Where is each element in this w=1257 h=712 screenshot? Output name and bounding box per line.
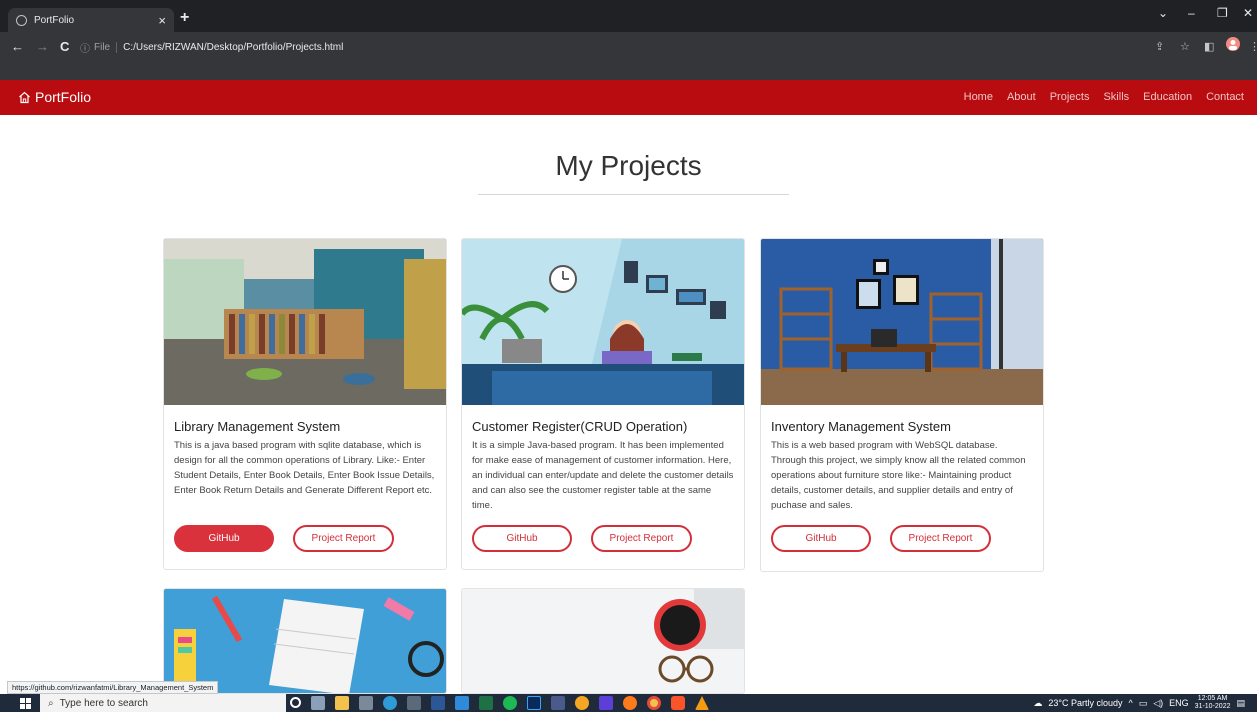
profile-avatar[interactable]: [1226, 37, 1240, 54]
card-actions: GitHub Project Report: [472, 525, 692, 552]
url-scheme: File: [94, 41, 118, 53]
clock-time: 12:05 AM: [1197, 695, 1228, 702]
office-illustration: [462, 239, 744, 405]
vscode-icon[interactable]: [455, 696, 469, 710]
project-report-button[interactable]: Project Report: [890, 525, 991, 552]
project-description: It is a simple Java-based program. It ha…: [472, 440, 734, 511]
new-tab-button[interactable]: +: [180, 9, 189, 27]
cortana-icon[interactable]: [290, 697, 301, 708]
furniture-image: [761, 239, 1043, 405]
project-description: This is a web based program with WebSQL …: [771, 440, 1026, 511]
nav-contact[interactable]: Contact: [1206, 91, 1244, 103]
github-button[interactable]: GitHub: [174, 525, 274, 552]
brand-label: PortFolio: [35, 89, 92, 105]
forward-button[interactable]: →: [36, 39, 49, 54]
menu-dots-icon[interactable]: ⋮: [1249, 40, 1257, 53]
weather-icon: ☁: [1033, 697, 1043, 708]
stationery-image: [164, 589, 446, 693]
sidepanel-icon[interactable]: ◧: [1204, 40, 1214, 53]
star-icon[interactable]: ☆: [1180, 40, 1190, 53]
excel-icon[interactable]: [479, 696, 493, 710]
nav-projects[interactable]: Projects: [1050, 91, 1090, 103]
project-title: Inventory Management System: [771, 419, 951, 434]
workspace-image: [462, 589, 744, 693]
tray-chevron-icon[interactable]: ^: [1128, 698, 1132, 708]
word-icon[interactable]: [431, 696, 445, 710]
nav-skills[interactable]: Skills: [1103, 91, 1129, 103]
volume-icon[interactable]: ◁): [1153, 698, 1163, 709]
notification-icon[interactable]: ▤: [1236, 698, 1245, 709]
chrome-icon[interactable]: [647, 696, 661, 710]
github-button[interactable]: GitHub: [771, 525, 871, 552]
app2-icon[interactable]: [575, 696, 589, 710]
status-url-tooltip: https://github.com/rizwanfatmi/Library_M…: [7, 681, 219, 694]
reload-button[interactable]: C: [60, 39, 69, 54]
bookmark-strip: [0, 62, 1257, 80]
site-nav: Home About Projects Skills Education Con…: [964, 91, 1244, 103]
globe-icon: [16, 14, 27, 26]
weather-text[interactable]: 23°C Partly cloudy: [1048, 698, 1122, 708]
spotify-icon[interactable]: [503, 696, 517, 710]
task-view-icon[interactable]: [311, 696, 325, 710]
taskbar-search-input[interactable]: ⌕ Type here to search: [40, 694, 286, 712]
title-divider: [478, 194, 789, 195]
nav-education[interactable]: Education: [1143, 91, 1192, 103]
info-icon[interactable]: ⓘ: [80, 40, 90, 55]
calculator-icon[interactable]: [359, 696, 373, 710]
photoshop-icon[interactable]: [527, 696, 541, 710]
browser-toolbar: ← → C ⓘ File C:/Users/RIZWAN/Desktop/Por…: [0, 32, 1257, 62]
nav-home[interactable]: Home: [964, 91, 993, 103]
minimize-button[interactable]: –: [1188, 6, 1195, 20]
library-image: [164, 239, 446, 405]
language-indicator[interactable]: ENG: [1169, 698, 1189, 708]
taskbar-apps: [290, 696, 709, 710]
tab-title: PortFolio: [34, 14, 75, 26]
edge-icon[interactable]: [383, 696, 397, 710]
project-report-button[interactable]: Project Report: [293, 525, 394, 552]
browser-tab[interactable]: PortFolio ×: [8, 8, 174, 32]
back-button[interactable]: ←: [11, 39, 24, 54]
project-title: Library Management System: [174, 419, 341, 434]
close-window-button[interactable]: ✕: [1243, 6, 1253, 20]
app-icon[interactable]: [551, 696, 565, 710]
browser-tabbar: PortFolio × + ⌄ – ❐ ✕: [0, 0, 1257, 32]
project-description: This is a java based program with sqlite…: [174, 440, 435, 496]
windows-start-icon[interactable]: [20, 698, 31, 709]
card-actions: GitHub Project Report: [771, 525, 991, 552]
maximize-button[interactable]: ❐: [1217, 6, 1228, 20]
mail-icon[interactable]: [407, 696, 421, 710]
card-actions: GitHub Project Report: [174, 525, 394, 552]
share-icon[interactable]: ⇪: [1155, 40, 1164, 53]
project-card-customer: Customer Register(CRUD Operation) It is …: [461, 238, 745, 570]
chevron-down-icon[interactable]: ⌄: [1158, 6, 1168, 20]
onenote-icon[interactable]: [599, 696, 613, 710]
project-report-button[interactable]: Project Report: [591, 525, 692, 552]
windows-taskbar: ⌕ Type here to search ☁ 23°C Partly clou…: [0, 694, 1257, 712]
tab-close-icon[interactable]: ×: [158, 13, 166, 28]
project-title: Customer Register(CRUD Operation): [472, 419, 688, 434]
project-card-library: Library Management System This is a java…: [163, 238, 447, 570]
project-card-workspace: [461, 588, 745, 694]
home-icon: [19, 91, 30, 103]
system-tray: ☁ 23°C Partly cloudy ^ ▭ ◁) ENG 12:05 AM…: [1033, 694, 1245, 712]
file-explorer-icon[interactable]: [335, 696, 349, 710]
project-card-inventory: Inventory Management System This is a we…: [760, 238, 1044, 572]
clock-date: 31-10-2022: [1194, 703, 1231, 710]
brave-icon[interactable]: [671, 696, 685, 710]
brand[interactable]: PortFolio: [18, 89, 91, 105]
github-button[interactable]: GitHub: [472, 525, 572, 552]
search-placeholder: Type here to search: [59, 697, 148, 709]
page-title: My Projects: [555, 150, 702, 181]
project-card-stationery: [163, 588, 447, 694]
url-text[interactable]: C:/Users/RIZWAN/Desktop/Portfolio/Projec…: [123, 42, 343, 53]
nav-about[interactable]: About: [1007, 91, 1036, 103]
address-bar[interactable]: ⓘ File C:/Users/RIZWAN/Desktop/Portfolio…: [80, 37, 1140, 57]
firefox-icon[interactable]: [623, 696, 637, 710]
site-header: PortFolio Home About Projects Skills Edu…: [0, 80, 1257, 115]
search-icon: ⌕: [48, 697, 54, 709]
network-icon[interactable]: ▭: [1139, 698, 1148, 709]
clock[interactable]: 12:05 AM 31-10-2022: [1195, 695, 1231, 711]
vlc-icon[interactable]: [695, 696, 709, 710]
